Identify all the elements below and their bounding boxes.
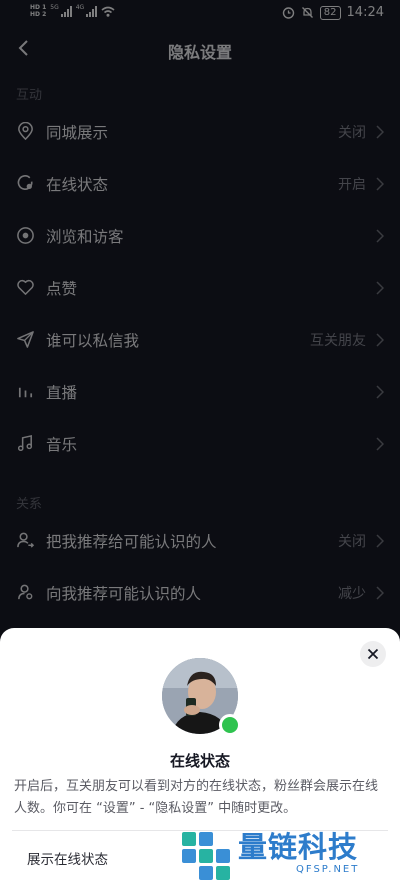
- online-status-sheet: 在线状态 开启后，互关朋友可以看到对方的在线状态，粉丝群会展示在线人数。你可在 …: [0, 628, 400, 888]
- watermark-text: 量链科技: [238, 830, 359, 864]
- watermark: 量链科技 QFSP.NET: [178, 824, 390, 884]
- watermark-logo-icon: [182, 832, 230, 880]
- close-icon: [367, 648, 379, 660]
- show-online-status-label[interactable]: 展示在线状态: [27, 848, 108, 868]
- sheet-description: 开启后，互关朋友可以看到对方的在线状态，粉丝群会展示在线人数。你可在 “设置” …: [14, 779, 379, 816]
- online-indicator: [219, 714, 241, 736]
- watermark-subtext: QFSP.NET: [296, 864, 360, 875]
- close-button[interactable]: [360, 641, 386, 667]
- sheet-title: 在线状态: [169, 752, 230, 770]
